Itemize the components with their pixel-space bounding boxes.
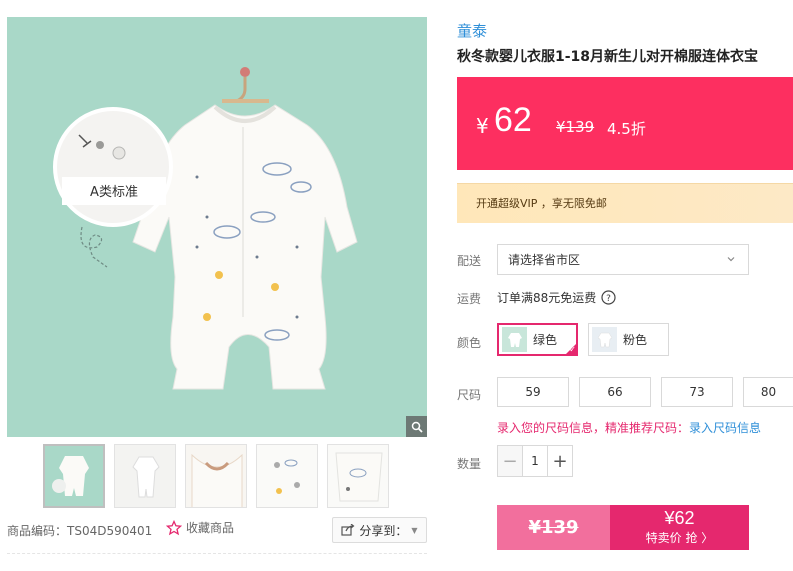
- shipping-info: 订单满88元免运费 ?: [497, 289, 616, 306]
- favorite-label: 收藏商品: [186, 521, 235, 535]
- thumbnail-3[interactable]: [185, 444, 247, 508]
- region-select-value: 请选择省市区: [508, 253, 581, 267]
- delivery-label: 配送: [457, 254, 482, 268]
- quantity-input[interactable]: 1: [522, 446, 548, 476]
- size-option-59[interactable]: 59: [497, 377, 569, 407]
- price-panel: ¥ 62 ¥139 4.5折: [457, 77, 793, 170]
- shipping-label: 运费: [457, 292, 482, 306]
- svg-text:A类标准: A类标准: [90, 185, 138, 200]
- quantity-stepper: − 1 +: [497, 445, 573, 477]
- quantity-increment-button[interactable]: +: [548, 446, 572, 476]
- main-product-image[interactable]: A类标准: [7, 17, 427, 437]
- original-price: ¥139: [556, 118, 595, 136]
- quantity-decrement-button[interactable]: −: [498, 446, 522, 476]
- size-tip: 录入您的尺码信息，精准推荐尺码：录入尺码信息: [497, 419, 761, 436]
- thumbnail-5[interactable]: [327, 444, 389, 508]
- magnifier-icon: [411, 421, 423, 433]
- color-swatch-green: [502, 327, 527, 352]
- shipping-text: 订单满88元免运费: [497, 291, 597, 305]
- size-option-73[interactable]: 73: [661, 377, 733, 407]
- special-price: ¥62: [664, 508, 695, 528]
- color-label: 颜色: [457, 336, 482, 350]
- vip-banner[interactable]: 开通超级VIP ，享无限免邮: [457, 183, 793, 223]
- share-icon: [341, 524, 355, 536]
- special-buy-button[interactable]: ¥62 特卖价 抢 〉: [610, 505, 749, 550]
- caret-down-icon: ▼: [411, 525, 418, 535]
- zoom-button[interactable]: [406, 416, 427, 437]
- quantity-label: 数量: [457, 457, 482, 471]
- original-price-button[interactable]: ¥139: [497, 505, 610, 550]
- brand-link[interactable]: 童泰: [457, 20, 487, 41]
- size-label: 尺码: [457, 388, 482, 402]
- color-swatch-pink: [592, 327, 617, 352]
- size-option-66[interactable]: 66: [579, 377, 651, 407]
- color-option-label: 绿色: [533, 333, 558, 347]
- divider: [7, 553, 427, 554]
- size-option-80[interactable]: 80: [743, 377, 793, 407]
- special-buy-label: 特卖价 抢 〉: [645, 531, 714, 545]
- product-code: 商品编码：TS04D590401: [7, 524, 153, 538]
- size-info-link[interactable]: 录入尺码信息: [689, 421, 761, 435]
- color-option-pink[interactable]: 粉色: [588, 323, 669, 356]
- share-button[interactable]: 分享到： ▼: [332, 517, 427, 543]
- star-icon: [166, 519, 182, 535]
- thumbnail-2[interactable]: [114, 444, 176, 508]
- thumbnail-4[interactable]: [256, 444, 318, 508]
- thumbnail-strip: [43, 444, 389, 508]
- discount-label: 4.5折: [607, 120, 646, 138]
- thumbnail-1[interactable]: [43, 444, 105, 508]
- favorite-button[interactable]: 收藏商品: [166, 519, 234, 536]
- chevron-down-icon: [727, 257, 735, 262]
- region-select[interactable]: 请选择省市区: [497, 244, 749, 275]
- current-price: 62: [494, 101, 532, 139]
- currency-symbol: ¥: [476, 114, 489, 138]
- share-label: 分享到：: [359, 523, 408, 538]
- question-icon[interactable]: ?: [601, 290, 616, 305]
- size-tip-text: 录入您的尺码信息，精准推荐尺码：: [497, 421, 690, 435]
- color-option-green[interactable]: 绿色 ✓: [497, 323, 578, 356]
- product-title: 秋冬款婴儿衣服1-18月新生儿对开棉服连体衣宝: [457, 49, 759, 65]
- svg-text:?: ?: [606, 294, 611, 304]
- color-option-label: 粉色: [623, 333, 648, 347]
- check-icon: ✓: [569, 345, 576, 354]
